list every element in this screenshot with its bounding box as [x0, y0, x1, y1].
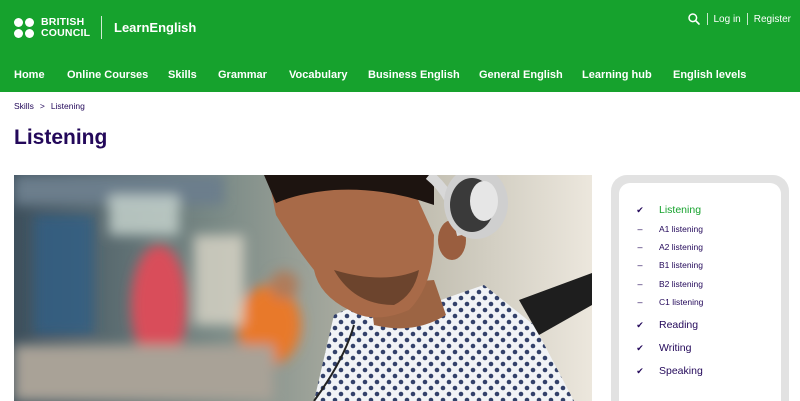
breadcrumb: Skills > Listening: [14, 101, 85, 111]
sidebar-item-writing[interactable]: ✔ Writing: [635, 342, 691, 354]
sidebar-item-b2-listening[interactable]: – B2 listening: [635, 279, 703, 289]
skills-menu: ✔ Listening – A1 listening – A2 listenin…: [619, 183, 781, 401]
british-council-logo[interactable]: BRITISH COUNCIL: [14, 17, 90, 39]
nav-item-business-english[interactable]: Business English: [368, 69, 460, 81]
dash-icon: –: [637, 297, 643, 307]
checkmark-icon: ✔: [636, 365, 644, 376]
nav-item-home[interactable]: Home: [14, 69, 45, 81]
dash-icon: –: [637, 260, 643, 270]
checkmark-icon: ✔: [636, 319, 644, 330]
checkmark-icon: ✔: [636, 342, 644, 353]
sidebar-item-label: Writing: [659, 342, 692, 354]
hero-image: [14, 175, 592, 401]
sidebar-item-c1-listening[interactable]: – C1 listening: [635, 297, 703, 307]
sidebar-item-b1-listening[interactable]: – B1 listening: [635, 260, 703, 270]
sidebar-item-speaking[interactable]: ✔ Speaking: [635, 365, 703, 377]
sidebar-item-a2-listening[interactable]: – A2 listening: [635, 242, 703, 252]
register-link[interactable]: Register: [754, 14, 791, 25]
sidebar-item-label: A2 listening: [659, 242, 703, 252]
breadcrumb-link-skills[interactable]: Skills: [14, 101, 34, 111]
nav-item-learning-hub[interactable]: Learning hub: [582, 69, 652, 81]
nav-item-vocabulary[interactable]: Vocabulary: [289, 69, 348, 81]
sidebar-item-label: Speaking: [659, 365, 703, 377]
logo-dots-icon: [14, 18, 34, 38]
sidebar-item-label: B2 listening: [659, 279, 703, 289]
skills-sidebar: ✔ Listening – A1 listening – A2 listenin…: [611, 175, 789, 401]
nav-item-english-levels[interactable]: English levels: [673, 69, 746, 81]
nav-item-skills[interactable]: Skills: [168, 69, 197, 81]
page-title: Listening: [14, 126, 108, 149]
nav-item-general-english[interactable]: General English: [479, 69, 563, 81]
product-name-link[interactable]: LearnEnglish: [114, 20, 196, 35]
checkmark-icon: ✔: [636, 204, 644, 215]
sidebar-item-label: Reading: [659, 319, 699, 331]
search-icon[interactable]: [687, 12, 701, 26]
breadcrumb-separator: >: [39, 101, 45, 111]
sidebar-item-reading[interactable]: ✔ Reading: [635, 319, 698, 331]
site-header: BRITISH COUNCIL LearnEnglish Log in Regi…: [0, 0, 800, 92]
sidebar-item-label: A1 listening: [659, 224, 703, 234]
utility-nav: Log in Register: [687, 12, 791, 26]
dash-icon: –: [637, 242, 643, 252]
dash-icon: –: [637, 224, 643, 234]
nav-item-grammar[interactable]: Grammar: [218, 69, 267, 81]
dash-icon: –: [637, 279, 643, 289]
utility-separator: [746, 13, 748, 25]
breadcrumb-current: Listening: [50, 101, 85, 111]
logo-line-2: COUNCIL: [41, 27, 91, 39]
utility-separator: [706, 13, 708, 25]
login-link[interactable]: Log in: [714, 14, 741, 25]
sidebar-item-label: B1 listening: [659, 260, 703, 270]
sidebar-item-listening[interactable]: ✔ Listening: [635, 204, 701, 216]
sidebar-item-a1-listening[interactable]: – A1 listening: [635, 224, 703, 234]
sidebar-item-label: Listening: [659, 204, 702, 216]
hero-photo-man-with-headphones: [14, 175, 592, 401]
sidebar-item-label: C1 listening: [659, 297, 704, 307]
nav-item-online-courses[interactable]: Online Courses: [67, 69, 148, 81]
logo-divider: [101, 16, 102, 39]
